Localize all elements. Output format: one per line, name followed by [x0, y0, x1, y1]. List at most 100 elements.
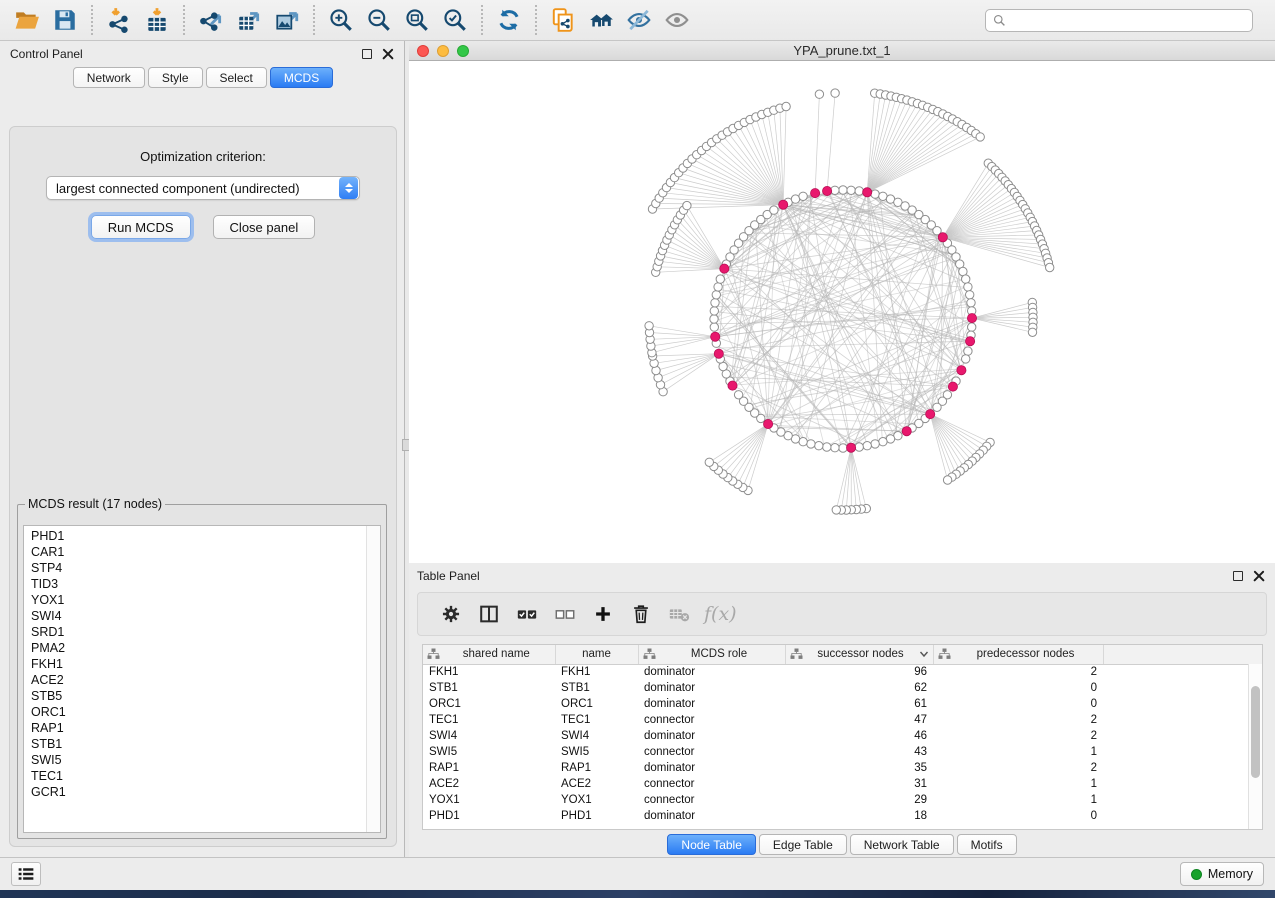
mcds-result-item[interactable]: STB5 [31, 688, 380, 704]
table-cell[interactable]: connector [638, 744, 785, 760]
graph-node[interactable] [807, 440, 815, 448]
open-file-button[interactable] [8, 3, 46, 37]
graph-edge[interactable] [841, 448, 851, 510]
table-cell[interactable]: 35 [785, 760, 933, 776]
import-network-button[interactable] [100, 3, 138, 37]
table-cell[interactable]: 2 [933, 728, 1103, 744]
graph-edge[interactable] [867, 107, 928, 192]
mcds-result-item[interactable]: ORC1 [31, 704, 380, 720]
graph-edge[interactable] [867, 122, 957, 193]
graph-node[interactable] [855, 187, 863, 195]
graph-node[interactable] [871, 440, 879, 448]
mcds-result-item[interactable]: YOX1 [31, 592, 380, 608]
table-row[interactable]: SWI4SWI4dominator462 [423, 728, 1262, 744]
mcds-result-item[interactable]: SWI4 [31, 608, 380, 624]
graph-node[interactable] [839, 444, 847, 452]
table-cell[interactable]: ORC1 [423, 696, 555, 712]
graph-node[interactable] [710, 315, 718, 323]
graph-node[interactable] [831, 444, 839, 452]
graph-edge[interactable] [972, 302, 1032, 318]
graph-node[interactable] [839, 186, 847, 194]
graph-edge[interactable] [867, 128, 967, 193]
export-table-button[interactable] [230, 3, 268, 37]
table-settings-button[interactable] [432, 596, 470, 632]
tab-node-table[interactable]: Node Table [667, 834, 756, 855]
table-row[interactable]: YOX1YOX1connector291 [423, 792, 1262, 808]
tab-select[interactable]: Select [206, 67, 267, 88]
tab-mcds[interactable]: MCDS [270, 67, 333, 88]
network-titlebar[interactable]: YPA_prune.txt_1 [409, 41, 1275, 61]
function-builder-button[interactable]: f(x) [704, 603, 737, 625]
column-header-MCDS-role[interactable]: MCDS role [638, 645, 785, 664]
table-row[interactable]: TEC1TEC1connector472 [423, 712, 1262, 728]
table-cell[interactable]: dominator [638, 696, 785, 712]
search-input[interactable] [1006, 12, 1245, 28]
graph-edge[interactable] [653, 205, 784, 209]
table-cell[interactable]: YOX1 [423, 792, 555, 808]
maximize-window-icon[interactable] [457, 45, 469, 57]
scrollbar-thumb[interactable] [1251, 686, 1260, 778]
table-cell[interactable]: connector [638, 712, 785, 728]
graph-hub-node[interactable] [957, 366, 966, 375]
graph-edge[interactable] [718, 424, 768, 470]
table-cell[interactable]: ACE2 [423, 776, 555, 792]
mcds-result-item[interactable]: RAP1 [31, 720, 380, 736]
mcds-result-item[interactable]: PHD1 [31, 528, 380, 544]
graph-edge[interactable] [943, 181, 1005, 237]
table-cell[interactable]: ORC1 [555, 696, 638, 712]
table-cell[interactable]: connector [638, 792, 785, 808]
graph-node[interactable] [705, 458, 713, 466]
graph-node[interactable] [716, 275, 724, 283]
table-cell[interactable]: dominator [638, 728, 785, 744]
graph-edge[interactable] [867, 192, 919, 423]
graph-node[interactable] [831, 89, 839, 97]
table-cell[interactable]: ACE2 [555, 776, 638, 792]
network-graph-svg[interactable] [409, 61, 1275, 563]
graph-edge[interactable] [649, 326, 715, 337]
column-header-predecessor-nodes[interactable]: predecessor nodes [933, 645, 1103, 664]
table-row[interactable]: RAP1RAP1dominator352 [423, 760, 1262, 776]
table-cell[interactable]: 43 [785, 744, 933, 760]
table-scrollbar[interactable] [1248, 664, 1262, 829]
float-table-panel-icon[interactable] [1233, 571, 1243, 581]
graph-edge[interactable] [867, 109, 933, 192]
table-cell[interactable]: TEC1 [555, 712, 638, 728]
table-cell[interactable]: dominator [638, 680, 785, 696]
graph-edge[interactable] [943, 197, 1017, 238]
graph-node[interactable] [962, 355, 970, 363]
show-column-panel-button[interactable] [470, 596, 508, 632]
minimize-window-icon[interactable] [437, 45, 449, 57]
graph-edge[interactable] [943, 193, 1015, 238]
delete-column-button[interactable] [622, 596, 660, 632]
graph-hub-node[interactable] [811, 189, 820, 198]
table-cell[interactable]: dominator [638, 664, 785, 680]
graph-node[interactable] [815, 90, 823, 98]
table-cell[interactable]: FKH1 [423, 664, 555, 680]
tab-edge-table[interactable]: Edge Table [759, 834, 847, 855]
graph-node[interactable] [714, 283, 722, 291]
select-all-columns-button[interactable] [508, 596, 546, 632]
mcds-result-item[interactable]: PMA2 [31, 640, 380, 656]
table-cell[interactable]: 0 [933, 808, 1103, 824]
tab-motifs[interactable]: Motifs [957, 834, 1017, 855]
graph-edge[interactable] [930, 414, 952, 477]
tab-network-table[interactable]: Network Table [850, 834, 954, 855]
zoom-selected-button[interactable] [436, 3, 474, 37]
duplicate-network-button[interactable] [544, 3, 582, 37]
graph-hub-node[interactable] [823, 186, 832, 195]
graph-node[interactable] [710, 307, 718, 315]
table-row[interactable]: ORC1ORC1dominator610 [423, 696, 1262, 712]
tab-style[interactable]: Style [148, 67, 203, 88]
table-cell[interactable]: 0 [933, 696, 1103, 712]
table-cell[interactable]: PHD1 [555, 808, 638, 824]
table-cell[interactable]: RAP1 [555, 760, 638, 776]
graph-hub-node[interactable] [966, 337, 975, 346]
graph-edge[interactable] [783, 107, 786, 205]
graph-edge[interactable] [712, 143, 784, 205]
table-cell[interactable]: 1 [933, 776, 1103, 792]
table-cell[interactable]: 29 [785, 792, 933, 808]
search-field[interactable] [985, 9, 1253, 32]
graph-hub-node[interactable] [728, 381, 737, 390]
export-network-button[interactable] [192, 3, 230, 37]
mcds-result-item[interactable]: CAR1 [31, 544, 380, 560]
